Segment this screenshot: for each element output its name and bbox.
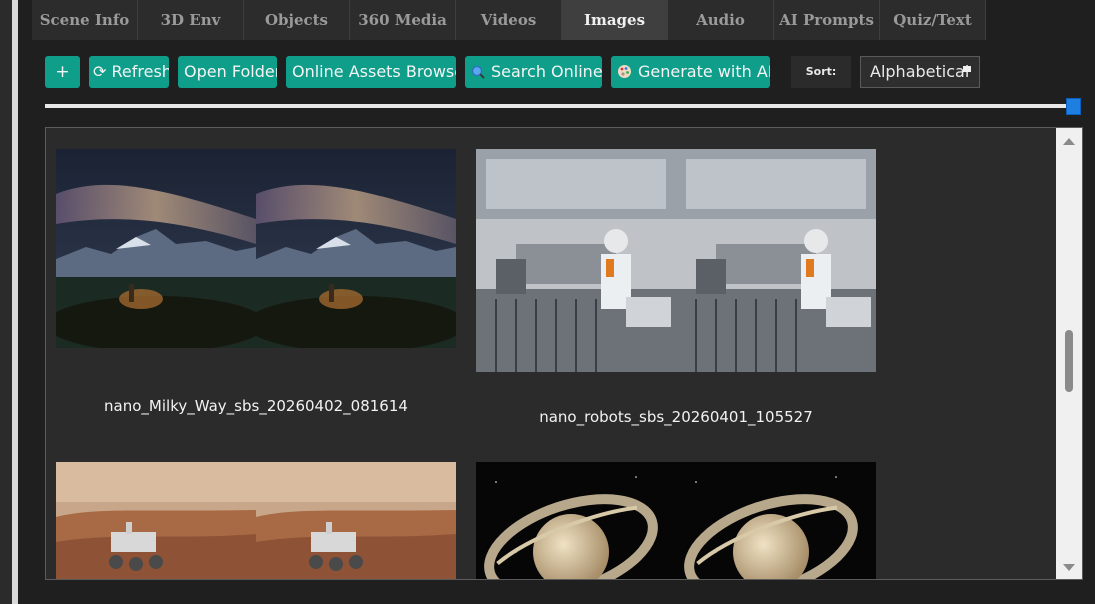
- image-thumbnail-milky-way[interactable]: [56, 149, 456, 348]
- generate-with-ai-button[interactable]: Generate with AI: [611, 56, 770, 88]
- scrollbar-thumb[interactable]: [1065, 330, 1073, 392]
- add-button[interactable]: +: [45, 56, 80, 88]
- tab-ai-prompts[interactable]: AI Prompts: [774, 0, 880, 40]
- open-folder-button[interactable]: Open Folder: [178, 56, 277, 88]
- left-divider: [12, 0, 18, 604]
- palette-icon: [617, 58, 632, 88]
- tab-scene-info[interactable]: Scene Info: [32, 0, 138, 40]
- tab-images[interactable]: Images: [562, 0, 668, 40]
- search-online-button[interactable]: Search Online: [465, 56, 602, 88]
- magnifier-icon: [471, 58, 485, 88]
- image-thumbnail-mars-rover[interactable]: [56, 462, 456, 579]
- image-caption: nano_robots_sbs_20260401_105527: [539, 408, 813, 426]
- tab-videos[interactable]: Videos: [456, 0, 562, 40]
- tab-audio[interactable]: Audio: [668, 0, 774, 40]
- sort-value: Alphabetical: [870, 62, 970, 81]
- vertical-scrollbar[interactable]: [1056, 128, 1082, 579]
- search-online-label: Search Online: [491, 62, 602, 81]
- tab-360-media[interactable]: 360 Media: [350, 0, 456, 40]
- image-thumbnail-robots[interactable]: [476, 149, 876, 372]
- tab-bar: Scene Info 3D Env Objects 360 Media Vide…: [32, 0, 986, 40]
- tab-quiz-text[interactable]: Quiz/Text: [880, 0, 986, 40]
- sort-label: Sort:: [791, 56, 851, 88]
- tab-objects[interactable]: Objects: [244, 0, 350, 40]
- online-assets-browser-button[interactable]: Online Assets Browser: [286, 56, 456, 88]
- refresh-button[interactable]: ⟳ Refresh: [89, 56, 169, 88]
- scroll-up-arrow-icon[interactable]: [1063, 138, 1075, 145]
- dropdown-indicator-icon: [963, 66, 971, 72]
- image-thumbnail-saturn[interactable]: [476, 462, 876, 579]
- thumbnail-size-slider-track[interactable]: [45, 104, 1075, 108]
- scroll-down-arrow-icon[interactable]: [1063, 564, 1075, 571]
- sort-dropdown[interactable]: Alphabetical: [860, 56, 980, 88]
- left-edge: [0, 0, 12, 604]
- image-gallery: nano_Milky_Way_sbs_20260402_081614 nano_…: [45, 127, 1083, 580]
- thumbnail-size-slider-handle[interactable]: [1066, 98, 1081, 115]
- generate-with-ai-label: Generate with AI: [638, 62, 770, 81]
- image-caption: nano_Milky_Way_sbs_20260402_081614: [104, 397, 408, 415]
- tab-3d-env[interactable]: 3D Env: [138, 0, 244, 40]
